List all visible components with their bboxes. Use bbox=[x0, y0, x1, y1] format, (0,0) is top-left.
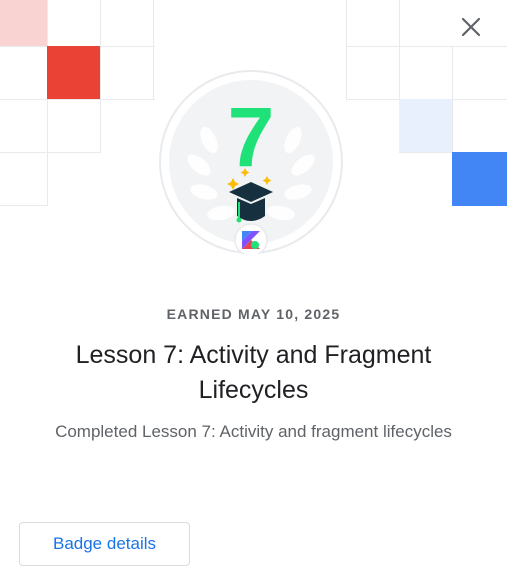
light-red-square bbox=[0, 0, 47, 46]
badge-title: Lesson 7: Activity and Fragment Lifecycl… bbox=[75, 341, 432, 404]
blue-square bbox=[452, 152, 507, 206]
kotlin-logo-icon bbox=[234, 223, 268, 257]
light-blue-square bbox=[399, 99, 452, 152]
badge-image: 7 bbox=[159, 70, 343, 257]
earned-date-label: EARNED MAY 10, 2025 bbox=[166, 306, 341, 322]
decorative-grid-left bbox=[0, 0, 155, 206]
badge-number: 7 bbox=[228, 90, 275, 184]
close-button[interactable] bbox=[452, 8, 490, 46]
badge-details-button[interactable]: Badge details bbox=[19, 522, 190, 566]
badge-description: Completed Lesson 7: Activity and fragmen… bbox=[55, 422, 452, 441]
close-icon bbox=[461, 17, 481, 37]
red-square bbox=[47, 46, 100, 99]
badge-dialog: 7 EARNED MAY 10, 2025 Lesson 7: Activity… bbox=[0, 0, 507, 582]
grid-left-svg bbox=[0, 0, 155, 206]
badge-svg: 7 bbox=[159, 70, 343, 257]
